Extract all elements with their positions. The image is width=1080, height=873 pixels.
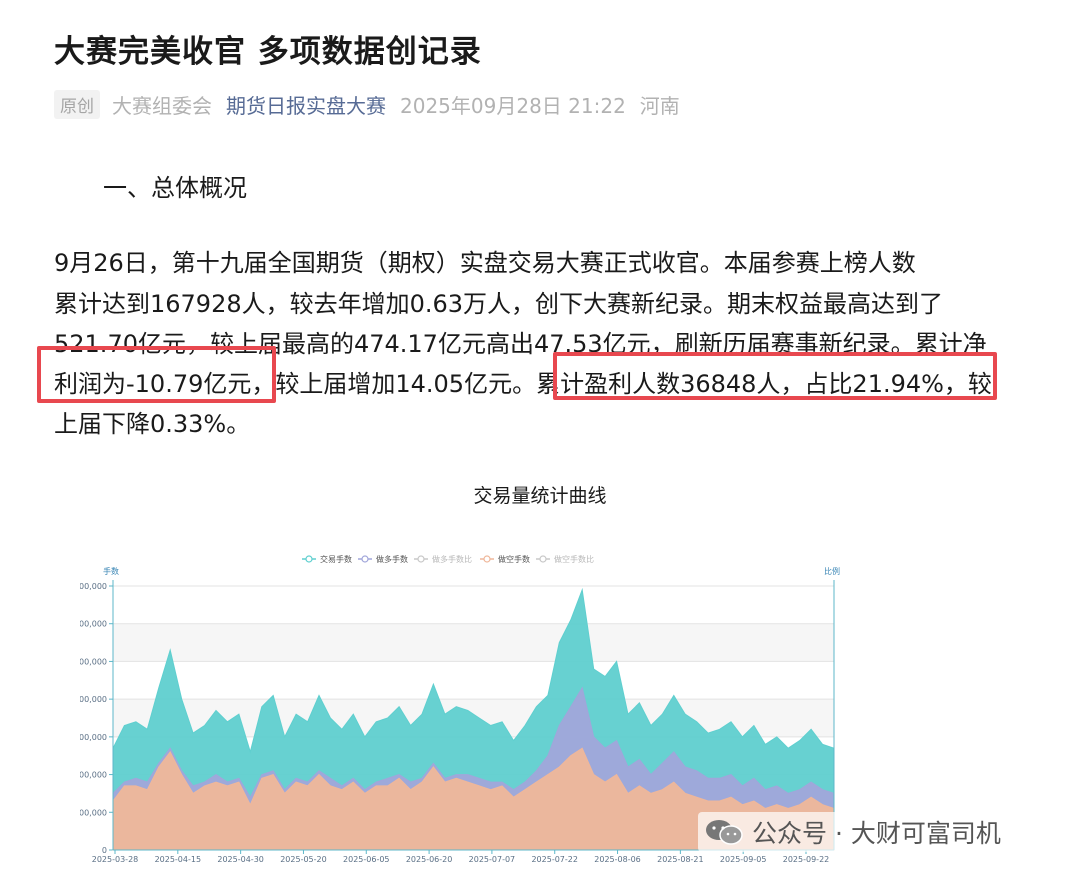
highlight-box-net-profit	[37, 346, 276, 403]
y-axis-label: 手数	[103, 566, 119, 576]
x-tick-label: 2025-05-20	[280, 855, 327, 864]
x-tick-label: 2025-06-05	[343, 855, 390, 864]
legend-swatch-dot	[305, 555, 313, 563]
legend-swatch-dot	[539, 555, 547, 563]
x-tick-label: 2025-09-22	[783, 855, 830, 864]
wechat-icon	[706, 820, 743, 845]
legend-item: 做空手数比	[554, 554, 594, 564]
x-tick-label: 2025-03-28	[92, 855, 139, 864]
highlight-box-profitable-count	[553, 352, 997, 400]
x-tick-label: 2025-08-21	[657, 855, 704, 864]
publish-datetime: 2025年09月28日 21:22	[400, 93, 626, 118]
section-heading: 一、总体概况	[103, 174, 247, 202]
grid-band	[113, 661, 834, 700]
article-meta: 原创 大赛组委会 期货日报实盘大赛 2025年09月28日 21:22 河南	[54, 89, 680, 119]
y-tick-label: 3,000,000	[80, 733, 107, 742]
legend-swatch-dot	[417, 555, 425, 563]
x-tick-label: 2025-08-06	[594, 855, 641, 864]
article-title: 大赛完美收官 多项数据创记录	[54, 34, 482, 70]
chart-title: 交易量统计曲线	[473, 485, 607, 507]
x-tick-label: 2025-06-20	[406, 855, 453, 864]
y-tick-label: 5,000,000	[80, 657, 107, 666]
original-badge: 原创	[54, 89, 100, 119]
account-link[interactable]: 期货日报实盘大赛	[226, 90, 386, 119]
legend-item: 做多手数比	[432, 554, 472, 564]
x-tick-label: 2025-04-15	[155, 855, 202, 864]
author-name: 大赛组委会	[112, 93, 212, 118]
watermark-text: 公众号 · 大财可富司机	[752, 819, 1001, 848]
x-tick-label: 2025-09-05	[720, 855, 767, 864]
y-tick-label: 0	[102, 846, 107, 855]
paragraph-line: 9月26日，第十九届全国期货（期权）实盘交易大赛正式收官。本届参赛上榜人数	[54, 249, 916, 277]
legend-swatch-dot	[361, 555, 369, 563]
x-tick-label: 2025-04-30	[217, 855, 263, 864]
y2-axis-label: 比例	[824, 566, 840, 576]
y-tick-label: 7,000,000	[80, 582, 107, 591]
paragraph-line: 上届下降0.33%。	[54, 410, 251, 438]
y-tick-label: 4,000,000	[80, 695, 107, 704]
y-tick-label: 1,000,000	[80, 808, 107, 817]
legend-item: 交易手数	[320, 554, 352, 564]
x-tick-label: 2025-07-22	[531, 855, 578, 864]
grid-band	[113, 586, 834, 624]
paragraph-line: 累计达到167928人，较去年增加0.63万人，创下大赛新纪录。期末权益最高达到…	[54, 290, 944, 318]
publish-location: 河南	[639, 93, 680, 118]
x-tick-label: 2025-07-07	[469, 855, 515, 864]
legend-item: 做空手数	[498, 554, 530, 564]
legend-swatch-dot	[483, 555, 491, 563]
grid-band	[113, 623, 834, 662]
y-tick-label: 6,000,000	[80, 620, 107, 629]
legend-item: 做多手数	[376, 554, 408, 564]
watermark: 公众号 · 大财可富司机	[698, 812, 1007, 852]
y-tick-label: 2,000,000	[80, 771, 107, 780]
